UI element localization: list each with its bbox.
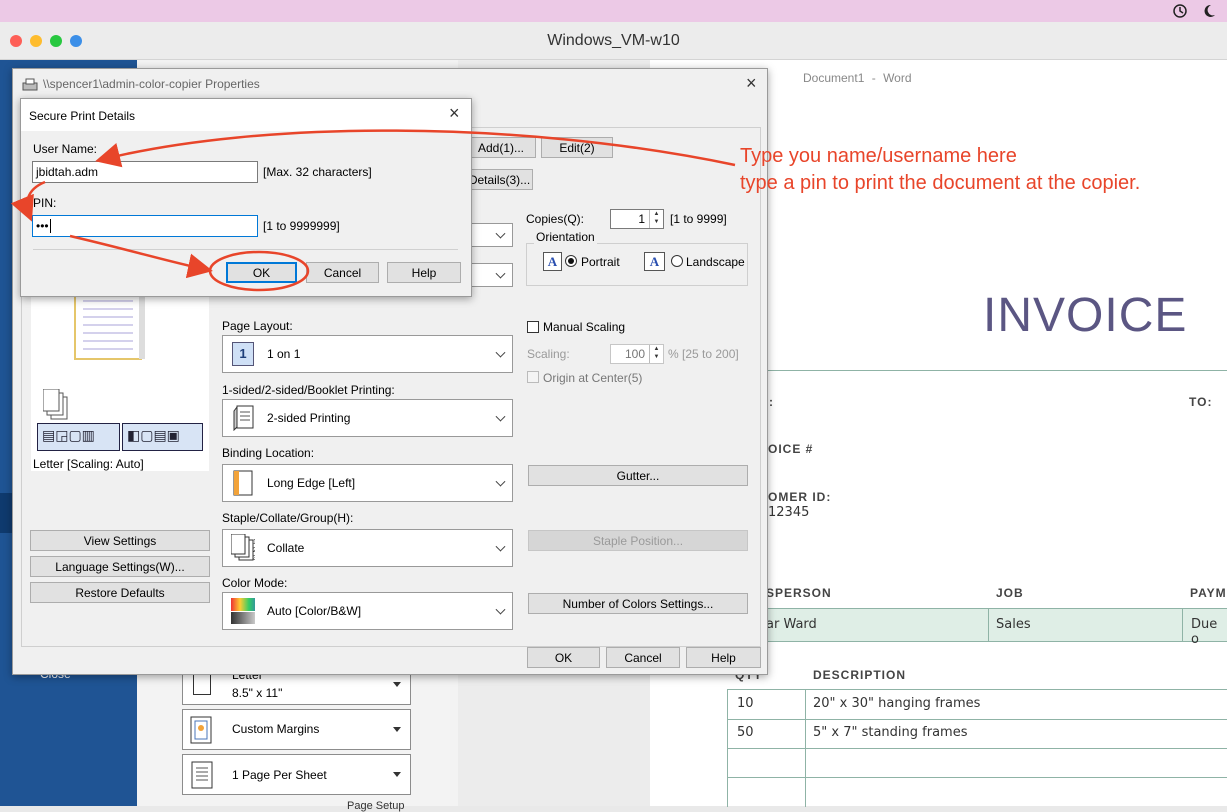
annotation-line-2: type a pin to print the document at the … bbox=[740, 172, 1141, 194]
annotation-arrows bbox=[10, 129, 736, 292]
annotation-line-1: Type you name/username here bbox=[740, 145, 1017, 167]
